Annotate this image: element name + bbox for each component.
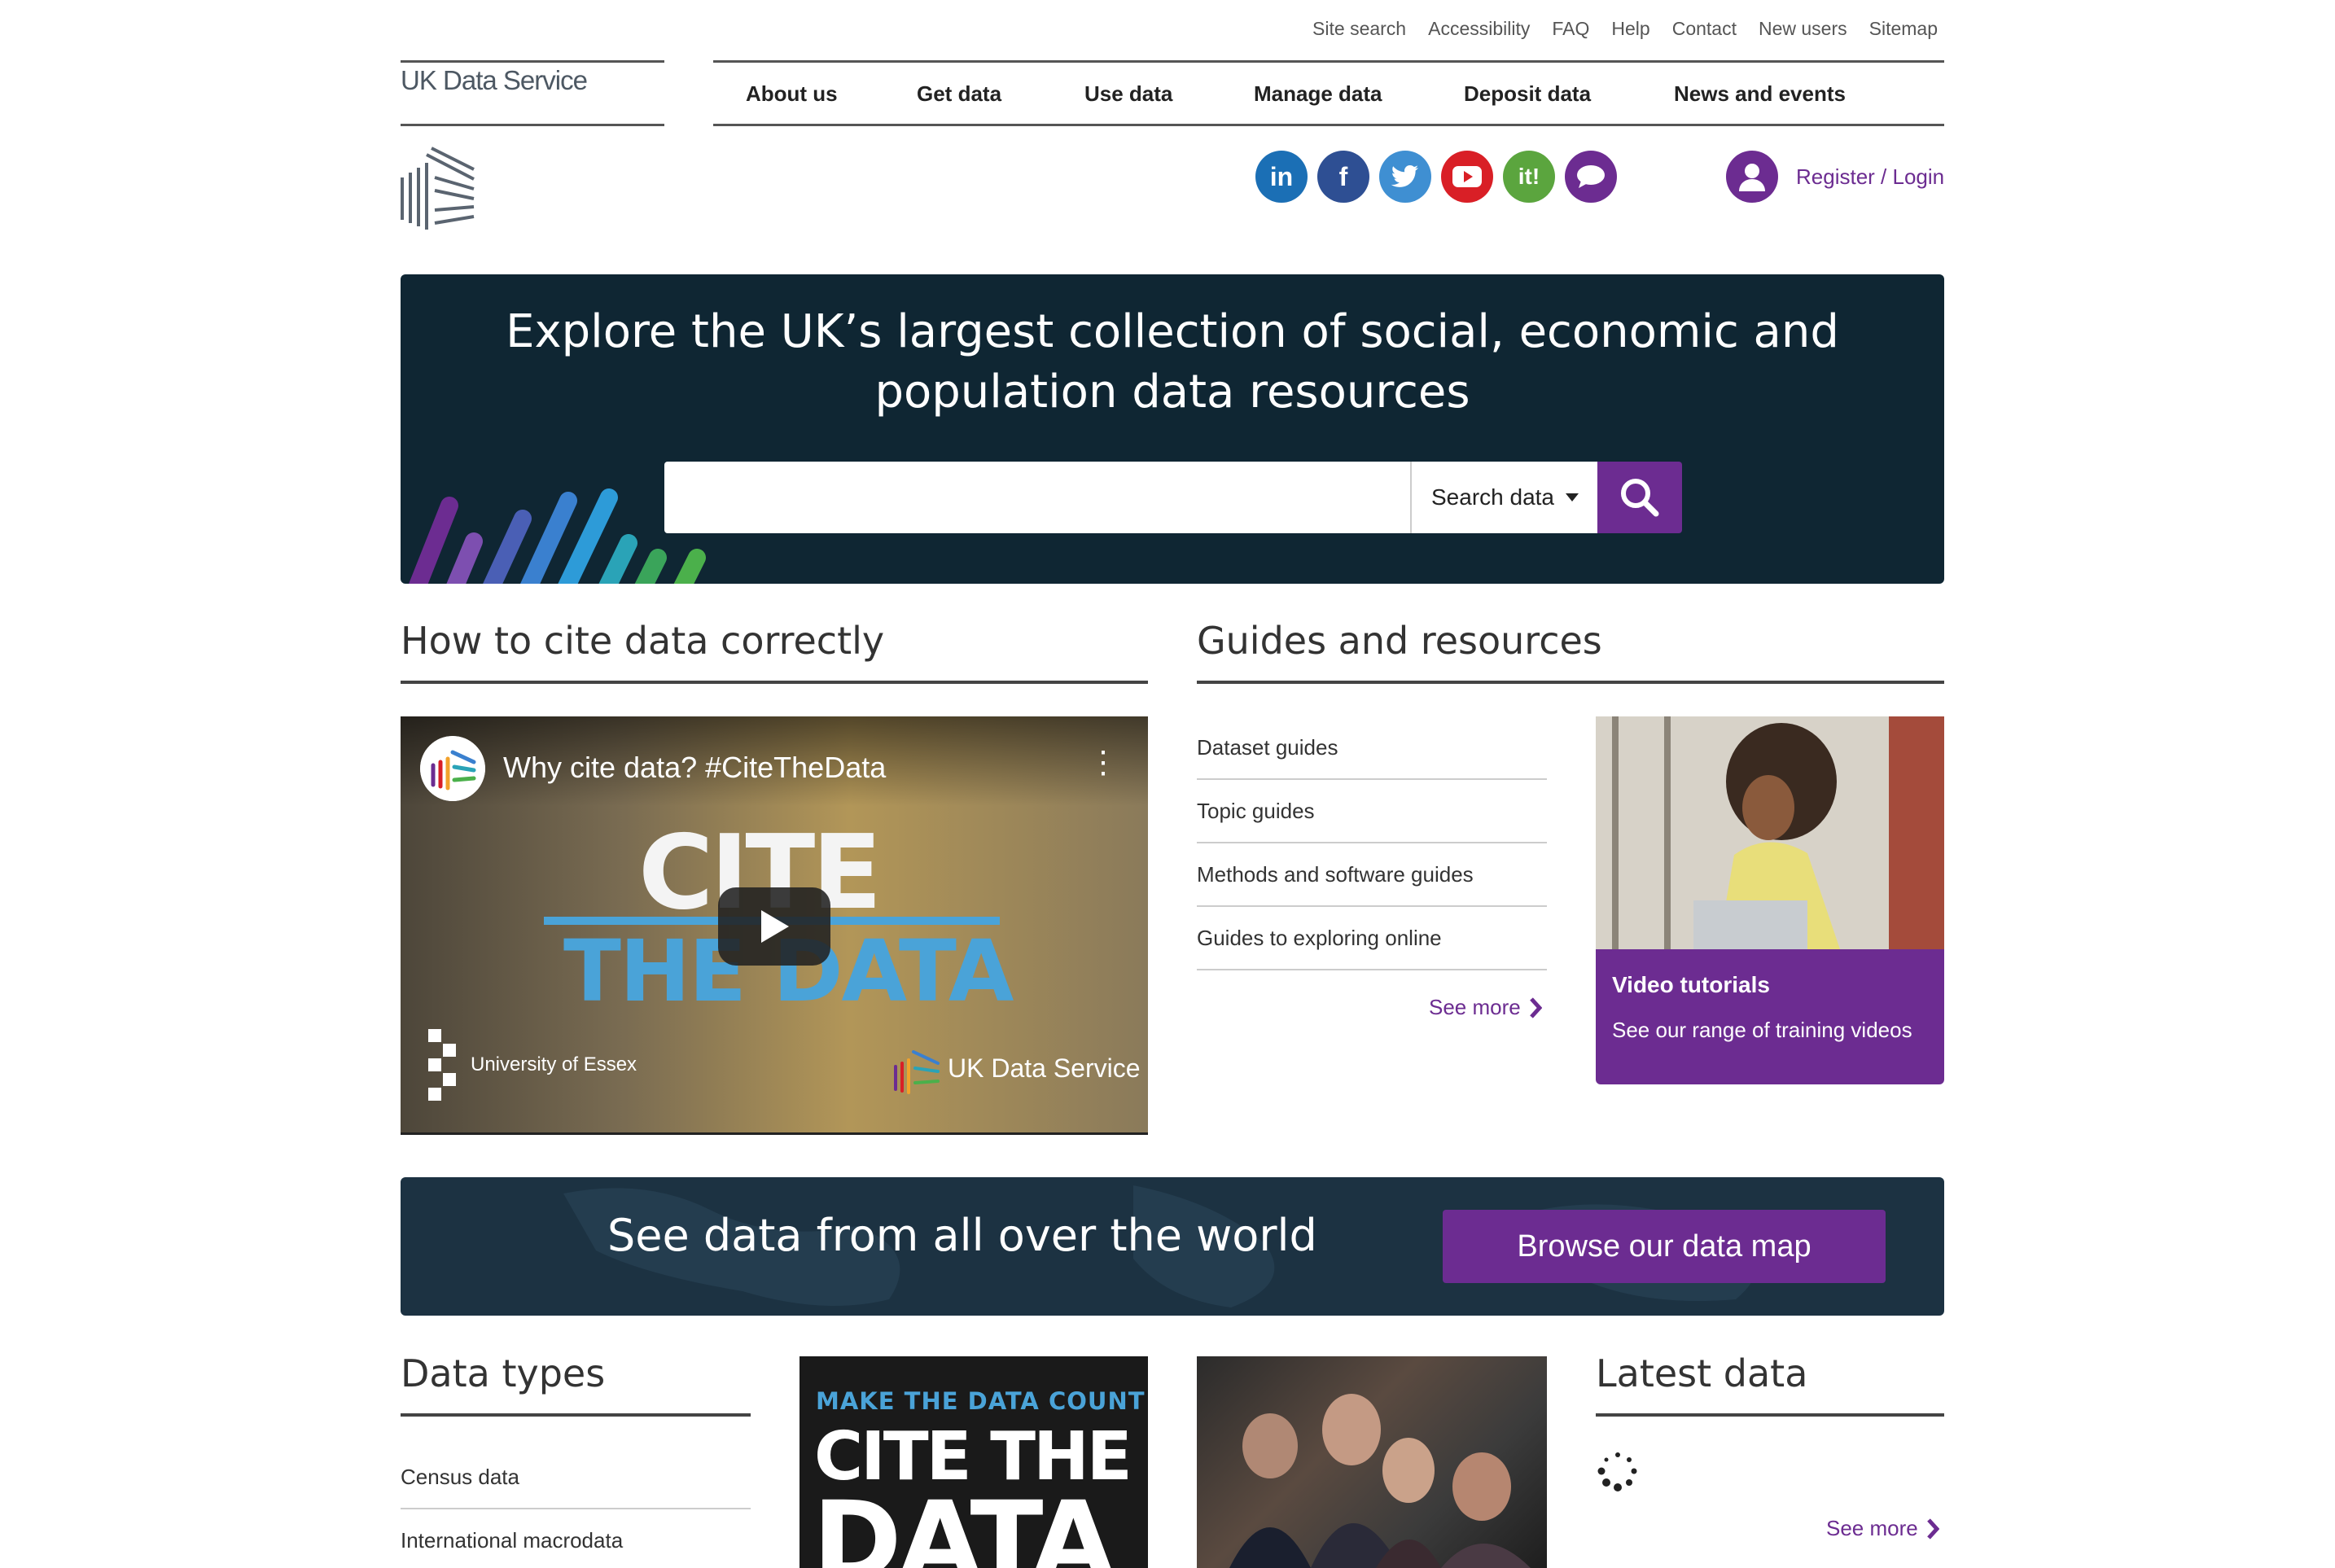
- social-links: in f it!: [1255, 151, 1617, 203]
- data-map-banner-title: See data from all over the world: [607, 1210, 1317, 1261]
- list-item-topic-guides[interactable]: Topic guides: [1197, 780, 1547, 843]
- list-item-label: Topic guides: [1197, 798, 1315, 823]
- logo-top-rule: [401, 60, 664, 63]
- hero-banner: Explore the UK’s largest collection of s…: [401, 274, 1944, 584]
- tutorial-card-text: See our range of training videos: [1612, 1018, 1912, 1042]
- data-types-rule: [401, 1413, 751, 1417]
- utility-link-accessibility[interactable]: Accessibility: [1428, 18, 1530, 40]
- list-item-international-macrodata[interactable]: International macrodata: [401, 1509, 751, 1568]
- loading-spinner-icon: [1597, 1452, 1637, 1491]
- list-item-census-data[interactable]: Census data: [401, 1446, 751, 1509]
- data-types-list: Census data International macrodata: [401, 1446, 751, 1568]
- channel-logo-icon[interactable]: [420, 736, 485, 801]
- video-tutorials-card[interactable]: Video tutorials See our range of trainin…: [1596, 716, 1944, 1084]
- nav-bottom-rule: [713, 124, 1944, 126]
- play-icon: [761, 910, 789, 943]
- site-logo-text[interactable]: UK Data Service: [401, 65, 588, 96]
- list-item-exploring-guides[interactable]: Guides to exploring online: [1197, 907, 1547, 970]
- video-title[interactable]: Why cite data? #CiteTheData: [503, 751, 886, 785]
- guides-see-more-link[interactable]: See more: [1429, 995, 1542, 1020]
- list-item-label: Dataset guides: [1197, 734, 1338, 760]
- search-button[interactable]: [1597, 462, 1682, 533]
- hero-heading: Explore the UK’s largest collection of s…: [401, 302, 1944, 423]
- tutorial-photo: [1596, 716, 1944, 949]
- user-avatar-icon: [1726, 151, 1778, 203]
- utility-link-contact[interactable]: Contact: [1672, 18, 1737, 40]
- twitter-icon[interactable]: [1379, 151, 1431, 203]
- nav-item-manage-data[interactable]: Manage data: [1254, 81, 1382, 107]
- cite-section-rule: [401, 681, 1148, 684]
- video-partner-essex: University of Essex: [471, 1053, 637, 1075]
- list-item-methods-guides[interactable]: Methods and software guides: [1197, 843, 1547, 907]
- event-audience-photo[interactable]: [1197, 1356, 1547, 1568]
- latest-data-see-more-link[interactable]: See more: [1826, 1516, 1939, 1541]
- account-link[interactable]: Register / Login: [1726, 151, 1944, 203]
- iti-icon[interactable]: it!: [1503, 151, 1555, 203]
- guides-section-title: Guides and resources: [1197, 619, 1602, 663]
- utility-link-help[interactable]: Help: [1611, 18, 1649, 40]
- nav-top-rule: [713, 60, 1944, 63]
- latest-data-title: Latest data: [1596, 1351, 1808, 1395]
- essex-logo-icon: [428, 1029, 456, 1101]
- video-more-options-icon[interactable]: ⋮: [1088, 747, 1119, 778]
- browse-data-map-button[interactable]: Browse our data map: [1443, 1210, 1886, 1283]
- nav-item-deposit-data[interactable]: Deposit data: [1464, 81, 1591, 107]
- utility-link-sitemap[interactable]: Sitemap: [1869, 18, 1938, 40]
- list-item-label: Guides to exploring online: [1197, 925, 1442, 950]
- iti-glyph: it!: [1518, 164, 1540, 189]
- chevron-down-icon: [1566, 493, 1579, 501]
- uds-logo-icon: [894, 1050, 940, 1094]
- facebook-glyph: f: [1338, 161, 1348, 191]
- utility-link-faq[interactable]: FAQ: [1552, 18, 1589, 40]
- search-type-label: Search data: [1431, 484, 1554, 510]
- search-type-select[interactable]: Search data: [1410, 462, 1597, 533]
- guides-list: Dataset guides Topic guides Methods and …: [1197, 716, 1547, 970]
- tutorial-card-title: Video tutorials: [1612, 972, 1770, 997]
- list-item-label: Methods and software guides: [1197, 861, 1474, 887]
- list-item-label: Census data: [401, 1464, 519, 1489]
- register-login-label[interactable]: Register / Login: [1796, 164, 1944, 190]
- video-play-button[interactable]: [718, 887, 830, 966]
- list-item-label: International macrodata: [401, 1527, 624, 1553]
- hero-heading-line-1: Explore the UK’s largest collection of s…: [506, 305, 1839, 358]
- cite-the-data-poster[interactable]: MAKE THE DATA COUNT CITE THE DATA: [800, 1356, 1148, 1568]
- chat-icon[interactable]: [1565, 151, 1617, 203]
- linkedin-glyph: in: [1269, 161, 1294, 191]
- chevron-right-icon: [1926, 1518, 1939, 1540]
- search-input[interactable]: [664, 462, 1410, 533]
- poster-line-3: DATA: [813, 1478, 1115, 1568]
- latest-data-rule: [1596, 1413, 1944, 1417]
- youtube-play-glyph: [1452, 166, 1482, 187]
- utility-link-new-users[interactable]: New users: [1759, 18, 1847, 40]
- poster-line-1: MAKE THE DATA COUNT: [816, 1387, 1146, 1415]
- cite-section-title: How to cite data correctly: [401, 619, 885, 663]
- video-player[interactable]: Why cite data? #CiteTheData ⋮ CITE THE D…: [401, 716, 1148, 1135]
- nav-item-get-data[interactable]: Get data: [917, 81, 1001, 107]
- tutorial-panel: Video tutorials See our range of trainin…: [1596, 949, 1944, 1084]
- see-more-label: See more: [1429, 995, 1521, 1019]
- hero-heading-line-2: population data resources: [874, 366, 1470, 418]
- utility-link-site-search[interactable]: Site search: [1312, 18, 1406, 40]
- data-types-title: Data types: [401, 1351, 606, 1395]
- logo-bottom-rule: [401, 124, 664, 126]
- linkedin-icon[interactable]: in: [1255, 151, 1308, 203]
- nav-item-use-data[interactable]: Use data: [1084, 81, 1172, 107]
- search-icon: [1621, 479, 1659, 517]
- nav-item-about-us[interactable]: About us: [746, 81, 838, 107]
- utility-nav: Site search Accessibility FAQ Help Conta…: [1312, 18, 1938, 40]
- chevron-right-icon: [1529, 996, 1542, 1018]
- chat-bubble-glyph: [1577, 165, 1605, 188]
- main-nav: About us Get data Use data Manage data D…: [713, 64, 1944, 124]
- twitter-bird-glyph: [1391, 165, 1418, 187]
- data-map-banner: See data from all over the world Browse …: [401, 1177, 1944, 1316]
- see-more-label: See more: [1826, 1516, 1918, 1540]
- facebook-icon[interactable]: f: [1317, 151, 1369, 203]
- youtube-icon[interactable]: [1441, 151, 1493, 203]
- list-item-dataset-guides[interactable]: Dataset guides: [1197, 716, 1547, 780]
- nav-item-news-and-events[interactable]: News and events: [1674, 81, 1846, 107]
- video-partner-uds: UK Data Service: [948, 1053, 1141, 1083]
- guides-section-rule: [1197, 681, 1944, 684]
- site-logo-icon[interactable]: [399, 145, 480, 234]
